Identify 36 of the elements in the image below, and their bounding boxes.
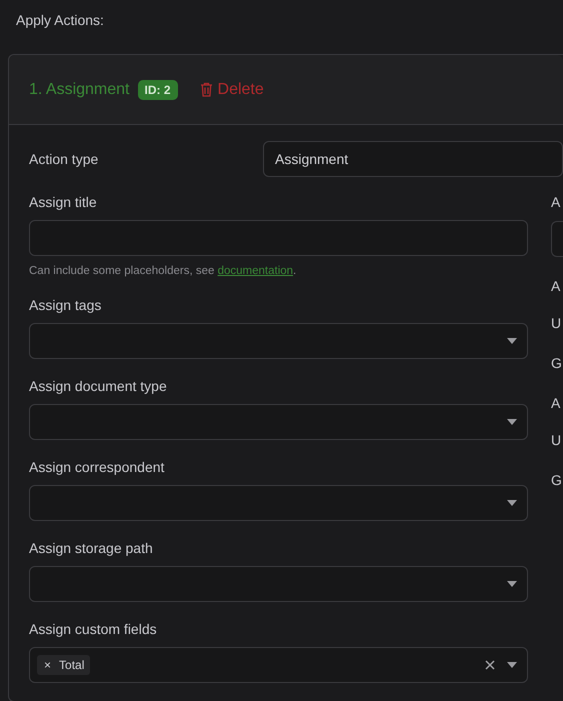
field-label: Assign tags — [29, 296, 102, 314]
select-field[interactable] — [29, 485, 528, 521]
caret-icon — [507, 662, 517, 668]
trash-icon — [200, 82, 213, 97]
field-label: A — [551, 394, 562, 412]
field-chip[interactable]: × Total — [37, 655, 90, 675]
section-title: Apply Actions: — [16, 12, 105, 29]
option-label: U — [551, 431, 562, 449]
action-type-select[interactable]: Assignment — [263, 141, 563, 177]
field-label: Action type — [29, 150, 100, 168]
field-label: A — [551, 277, 562, 295]
text-input[interactable] — [29, 220, 528, 256]
multi-select-field[interactable]: × Total — [29, 647, 528, 683]
remove-icon[interactable]: × — [44, 658, 52, 672]
caret-icon — [507, 419, 517, 425]
field-label: Assign document type — [29, 377, 168, 395]
caret-icon — [507, 581, 517, 587]
clear-icon[interactable] — [485, 660, 495, 670]
caret-icon — [507, 338, 517, 344]
field-label: Assign correspondent — [29, 458, 166, 476]
id-badge: ID: 2 — [138, 80, 178, 100]
select-field[interactable] — [29, 323, 528, 359]
hint-text: Can include some placeholders, see documentation. — [29, 264, 298, 278]
caret-icon — [507, 500, 517, 506]
option-label: U — [551, 314, 562, 332]
field-label: A — [551, 193, 562, 211]
select-field[interactable] — [29, 404, 528, 440]
option-label: G — [551, 471, 563, 489]
documentation-link[interactable]: documentation — [218, 265, 294, 277]
field-label: Assign storage path — [29, 539, 154, 557]
option-label: G — [551, 354, 563, 372]
select-field[interactable] — [29, 566, 528, 602]
chip-label: Total — [59, 658, 84, 672]
action-title: 1. Assignment — [29, 80, 130, 98]
field-label: Assign title — [29, 193, 98, 211]
field-label: Assign custom fields — [29, 620, 158, 638]
